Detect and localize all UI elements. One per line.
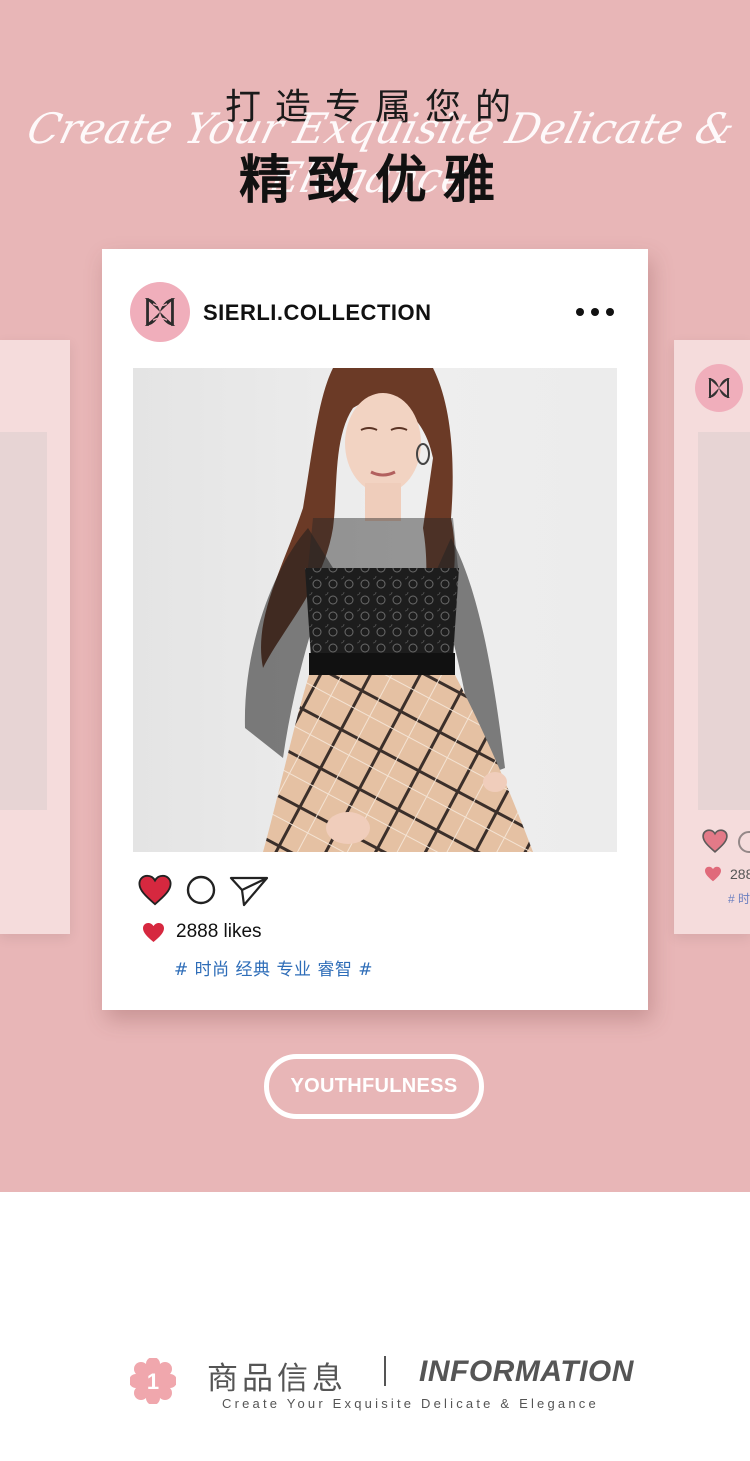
hero-section: 288 # 时 打造专属您的 Create Your Exquisite Del… <box>0 0 750 1192</box>
section-subtitle: Create Your Exquisite Delicate & Eleganc… <box>222 1396 599 1411</box>
heart-icon[interactable] <box>702 829 728 853</box>
section-title-en: INFORMATION <box>419 1355 634 1388</box>
logo-icon <box>708 378 730 398</box>
headline-line2: 精致优雅 <box>238 151 511 211</box>
title-divider <box>384 1356 386 1386</box>
post-card: SIERLI.COLLECTION 2888 likes # 时尚 经典 专业 … <box>102 249 648 1010</box>
info-section-background <box>0 1192 750 1461</box>
hashtag[interactable]: # 时 <box>728 890 750 907</box>
post-photo <box>133 368 617 852</box>
comment-icon[interactable] <box>186 875 216 905</box>
side-post-card-left[interactable] <box>0 340 70 934</box>
likes-count[interactable]: 2888 likes <box>176 921 262 943</box>
side-post-card-right[interactable]: 288 # 时 <box>674 340 750 934</box>
avatar[interactable] <box>130 282 190 342</box>
account-username[interactable]: SIERLI.COLLECTION <box>203 300 432 326</box>
side-post-image <box>698 432 750 810</box>
heart-icon <box>705 866 721 882</box>
send-icon[interactable] <box>229 875 269 907</box>
heart-icon <box>143 922 164 943</box>
side-post-image <box>0 432 47 810</box>
avatar <box>695 364 743 412</box>
logo-icon <box>144 298 176 326</box>
hashtags[interactable]: # 时尚 经典 专业 睿智 # <box>174 955 373 980</box>
badge-number: 1 <box>147 1369 159 1394</box>
section-title-zh: 商品信息 <box>207 1361 347 1397</box>
comment-icon[interactable] <box>738 831 750 853</box>
likes-count: 288 <box>730 866 750 882</box>
youthfulness-button[interactable]: YOUTHFULNESS <box>264 1054 484 1119</box>
info-section-header: 1 商品信息 INFORMATION Create Your Exquisite… <box>0 1350 750 1420</box>
heart-icon[interactable] <box>138 874 172 906</box>
flower-badge-icon: 1 <box>130 1358 176 1404</box>
model-photo-illustration <box>244 368 533 852</box>
more-icon[interactable] <box>572 301 618 323</box>
